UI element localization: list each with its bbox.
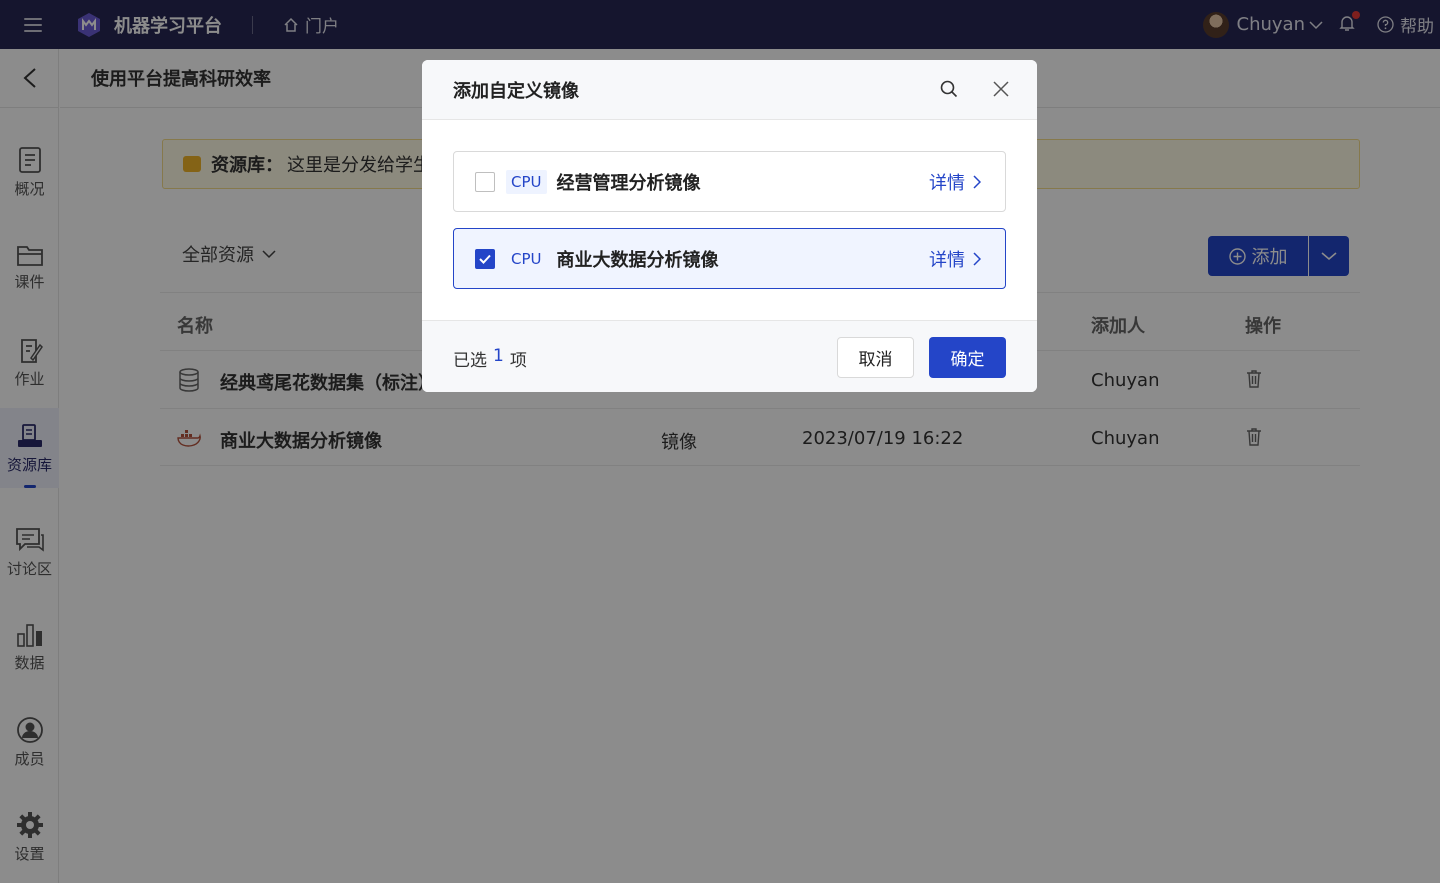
cancel-button[interactable]: 取消: [837, 337, 914, 378]
selected-count: 已选 1 项: [453, 346, 527, 371]
selected-suffix: 项: [509, 351, 527, 371]
option-checkbox-checked[interactable]: [475, 248, 495, 269]
chevron-right-icon: [973, 251, 981, 266]
detail-label: 详情: [929, 249, 965, 271]
confirm-button[interactable]: 确定: [929, 337, 1006, 378]
chevron-right-icon: [973, 174, 981, 189]
dialog-title: 添加自定义镜像: [453, 80, 579, 102]
option-name: 商业大数据分析镜像: [556, 249, 719, 271]
cpu-tag: CPU: [506, 169, 547, 194]
search-icon[interactable]: [940, 80, 958, 98]
add-custom-image-dialog: 添加自定义镜像 CPU 经营管理分析镜像 详情 CPU 商业大数据分析镜像 详情…: [422, 60, 1037, 392]
image-option-selected[interactable]: CPU 商业大数据分析镜像 详情: [453, 228, 1006, 289]
detail-link[interactable]: 详情: [929, 169, 981, 195]
detail-label: 详情: [929, 172, 965, 194]
option-checkbox[interactable]: [475, 171, 495, 192]
cpu-tag: CPU: [511, 249, 542, 268]
image-option[interactable]: CPU 经营管理分析镜像 详情: [453, 151, 1006, 212]
checkmark-icon: [479, 254, 491, 264]
selected-prefix: 已选: [453, 351, 487, 371]
option-name: 经营管理分析镜像: [556, 172, 701, 194]
close-icon[interactable]: [992, 80, 1010, 98]
selected-number: 1: [493, 346, 504, 366]
dialog-footer: 已选 1 项 取消 确定: [422, 320, 1037, 392]
detail-link[interactable]: 详情: [929, 246, 981, 272]
